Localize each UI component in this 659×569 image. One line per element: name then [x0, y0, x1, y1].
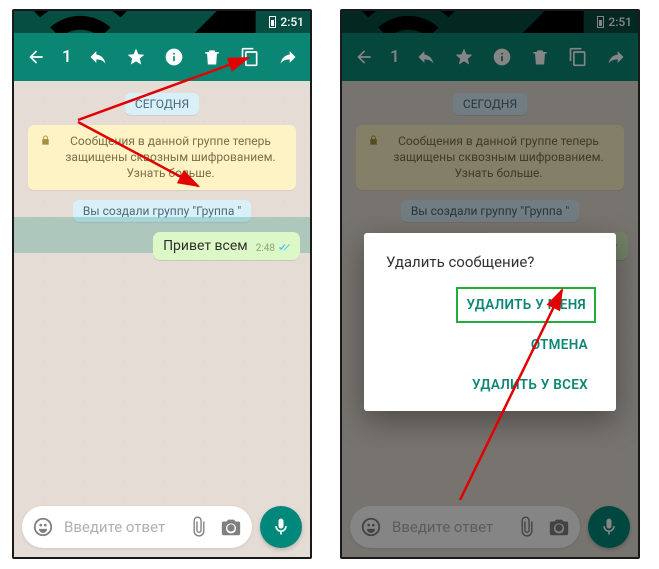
group-created-chip: Вы создали группу "Группа "	[73, 200, 251, 222]
dialog-title: Удалить сообщение?	[386, 253, 596, 271]
message-bubble[interactable]: Привет всем 2:48	[153, 232, 300, 260]
emoji-icon[interactable]	[32, 516, 54, 538]
delete-button[interactable]	[196, 41, 228, 73]
camera-icon[interactable]	[220, 516, 242, 538]
selection-count: 1	[62, 47, 72, 67]
delete-dialog: Удалить сообщение? УДАЛИТЬ У МЕНЯ ОТМЕНА…	[364, 233, 616, 411]
message-input[interactable]: Введите ответ	[22, 506, 252, 548]
copy-button[interactable]	[234, 41, 266, 73]
messages-area: СЕГОДНЯ Сообщения в данной группе теперь…	[14, 81, 310, 499]
encryption-notice[interactable]: Сообщения в данной группе теперь защищен…	[28, 125, 296, 190]
message-text: Привет всем	[163, 238, 248, 254]
delete-for-all-button[interactable]: УДАЛИТЬ У ВСЕХ	[464, 367, 596, 403]
status-bar: 2:51	[14, 11, 310, 33]
info-button[interactable]	[158, 41, 190, 73]
lock-icon	[40, 134, 51, 150]
attach-icon[interactable]	[188, 516, 210, 538]
double-check-icon	[278, 243, 292, 253]
back-button[interactable]	[20, 41, 52, 73]
reply-button[interactable]	[82, 41, 114, 73]
date-chip: СЕГОДНЯ	[125, 93, 199, 115]
app-bar: 1	[14, 33, 310, 81]
delete-for-me-button[interactable]: УДАЛИТЬ У МЕНЯ	[456, 287, 596, 323]
input-placeholder: Введите ответ	[64, 518, 178, 536]
mic-button[interactable]	[260, 506, 302, 548]
star-button[interactable]	[120, 41, 152, 73]
phone-left: 2:51 1 СЕГОДНЯ Сообщения в данной группе…	[12, 9, 312, 559]
phone-right: 2:51 1 СЕГОДНЯ Сообщения в данной группе…	[340, 9, 640, 559]
encryption-text: Сообщения в данной группе теперь защищен…	[57, 133, 284, 182]
input-bar: Введите ответ	[14, 499, 310, 557]
message-time: 2:48	[256, 243, 275, 254]
cancel-button[interactable]: ОТМЕНА	[523, 327, 596, 363]
battery-icon	[269, 16, 276, 28]
status-time: 2:51	[280, 15, 304, 29]
forward-button[interactable]	[272, 41, 304, 73]
